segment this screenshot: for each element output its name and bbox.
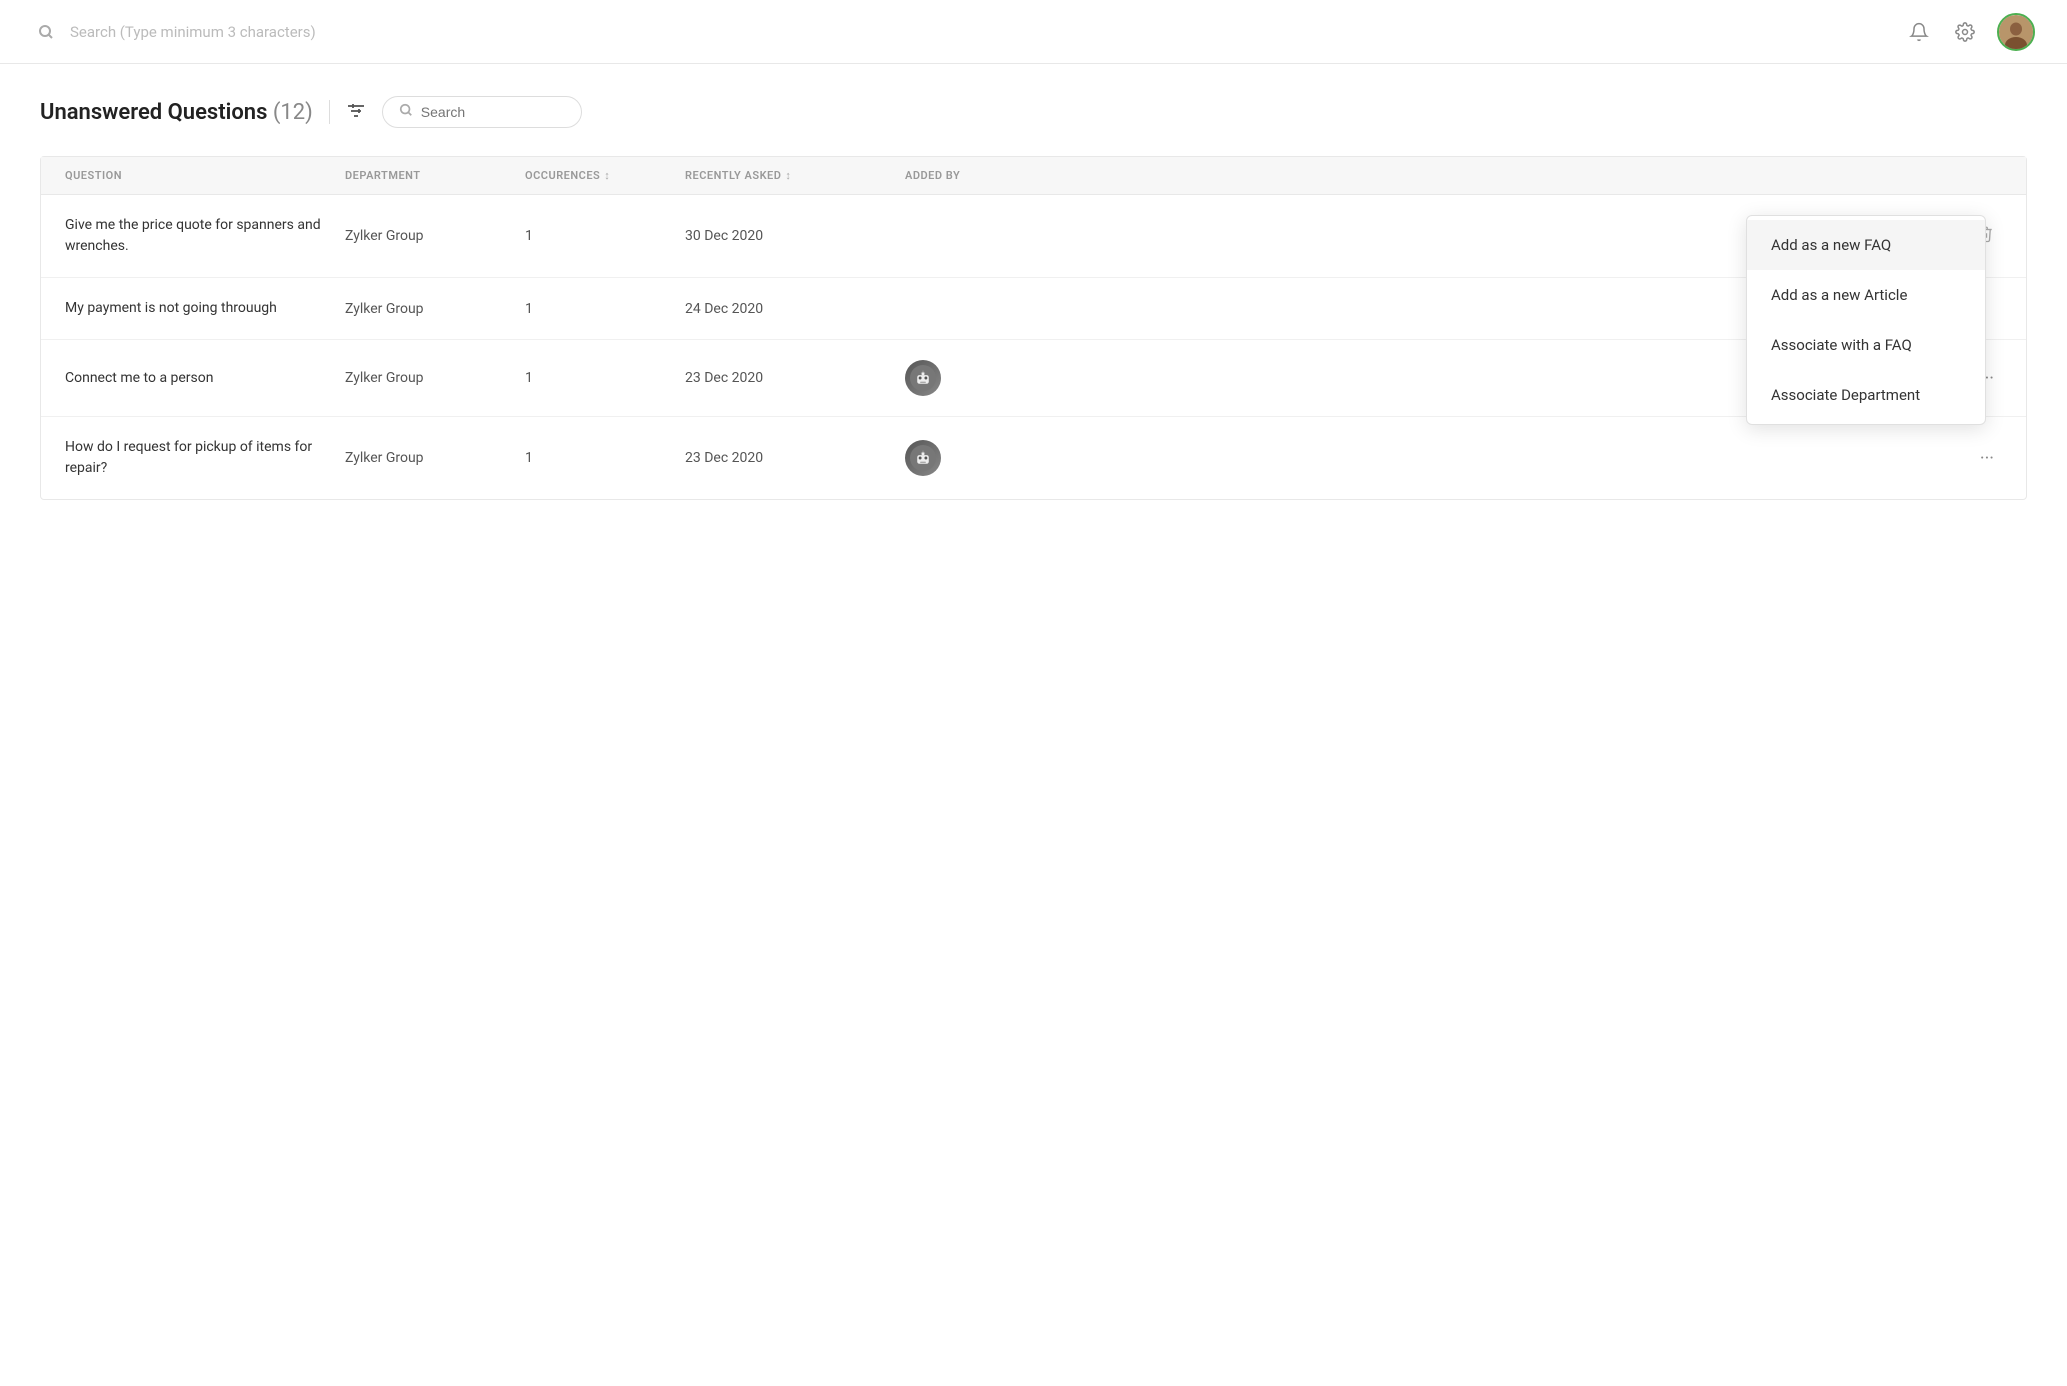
top-nav: Search (Type minimum 3 characters) [0, 0, 2067, 64]
date-text: 23 Dec 2020 [685, 450, 905, 466]
col-question: QUESTION [65, 169, 345, 182]
table-row: Connect me to a person Zylker Group 1 23… [41, 340, 2026, 417]
menu-item-associate-dept[interactable]: Associate Department [1747, 370, 1985, 420]
question-text: My payment is not going throuugh [65, 298, 345, 319]
table-header: QUESTION DEPARTMENT OCCURENCES ↕ RECENTL… [41, 157, 2026, 195]
col-recently-asked[interactable]: RECENTLY ASKED ↕ [685, 169, 905, 182]
page-header: Unanswered Questions (12) [40, 96, 2027, 128]
nav-right-actions [1905, 13, 2035, 51]
occurrences-text: 1 [525, 450, 685, 466]
menu-item-add-faq[interactable]: Add as a new FAQ [1747, 220, 1985, 270]
more-options-button[interactable]: ··· [1972, 444, 2002, 473]
context-menu: Add as a new FAQ Add as a new Article As… [1746, 215, 1986, 425]
filter-icon[interactable] [346, 101, 366, 124]
question-text: How do I request for pickup of items for… [65, 437, 345, 479]
main-content: Unanswered Questions (12) [0, 64, 2067, 532]
department-text: Zylker Group [345, 228, 525, 244]
bot-avatar [905, 360, 941, 396]
search-box-icon [399, 103, 413, 121]
department-text: Zylker Group [345, 450, 525, 466]
table-row: How do I request for pickup of items for… [41, 417, 2026, 499]
search-icon [32, 18, 60, 46]
table-row: My payment is not going throuugh Zylker … [41, 278, 2026, 340]
col-department: DEPARTMENT [345, 169, 525, 182]
sort-occurrences-icon: ↕ [604, 169, 610, 182]
question-count: (12) [273, 100, 313, 125]
search-input[interactable] [421, 104, 561, 120]
date-text: 24 Dec 2020 [685, 301, 905, 317]
department-text: Zylker Group [345, 370, 525, 386]
col-added-by: ADDED BY [905, 169, 2002, 182]
notification-icon[interactable] [1905, 18, 1933, 46]
occurrences-text: 1 [525, 370, 685, 386]
settings-icon[interactable] [1951, 18, 1979, 46]
page-title: Unanswered Questions (12) [40, 100, 313, 125]
bot-avatar [905, 440, 941, 476]
question-text: Give me the price quote for spanners and… [65, 215, 345, 257]
table-row: Give me the price quote for spanners and… [41, 195, 2026, 278]
occurrences-text: 1 [525, 301, 685, 317]
occurrences-text: 1 [525, 228, 685, 244]
added-by-cell: ··· [905, 440, 2002, 476]
date-text: 30 Dec 2020 [685, 228, 905, 244]
questions-table: QUESTION DEPARTMENT OCCURENCES ↕ RECENTL… [40, 156, 2027, 500]
nav-search-area[interactable]: Search (Type minimum 3 characters) [32, 18, 316, 46]
header-divider [329, 100, 330, 124]
nav-search-placeholder: Search (Type minimum 3 characters) [70, 23, 316, 41]
date-text: 23 Dec 2020 [685, 370, 905, 386]
department-text: Zylker Group [345, 301, 525, 317]
user-avatar[interactable] [1997, 13, 2035, 51]
menu-item-associate-faq[interactable]: Associate with a FAQ [1747, 320, 1985, 370]
menu-item-add-article[interactable]: Add as a new Article [1747, 270, 1985, 320]
table-search-box[interactable] [382, 96, 582, 128]
col-occurrences[interactable]: OCCURENCES ↕ [525, 169, 685, 182]
avatar-image [1999, 15, 2033, 49]
question-text: Connect me to a person [65, 368, 345, 389]
sort-date-icon: ↕ [785, 169, 791, 182]
